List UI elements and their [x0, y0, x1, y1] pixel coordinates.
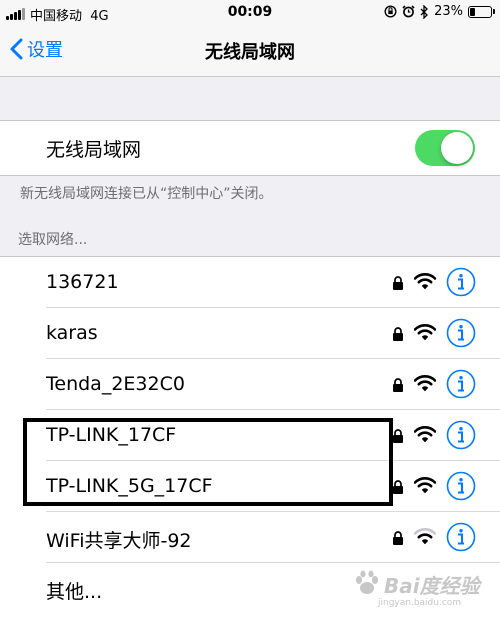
wifi-signal-icon	[414, 426, 436, 443]
network-name: WiFi共享大师-92	[46, 530, 192, 552]
lock-icon	[393, 276, 403, 290]
wifi-toggle-label: 无线局域网	[46, 139, 142, 161]
orientation-lock-icon	[384, 5, 397, 18]
lock-icon	[393, 480, 403, 494]
battery-icon	[468, 5, 495, 18]
battery-percent: 23%	[434, 4, 463, 19]
navigation-bar: 设置 无线局域网	[0, 26, 500, 77]
info-button[interactable]	[446, 471, 476, 501]
wifi-signal-icon	[414, 477, 436, 494]
wifi-signal-icon	[414, 273, 436, 290]
lock-icon	[393, 429, 403, 443]
status-icons: 23%	[384, 4, 495, 19]
network-row[interactable]: TP-LINK_17CF	[0, 410, 500, 461]
wifi-signal-icon	[414, 324, 436, 341]
info-button[interactable]	[446, 420, 476, 450]
info-button[interactable]	[446, 369, 476, 399]
network-list: 136721 karas Tenda_2E32C0 TP-LINK_17CF T…	[0, 256, 500, 621]
wifi-switch[interactable]	[415, 130, 475, 166]
battery-fill	[470, 7, 476, 16]
alarm-icon	[402, 5, 415, 18]
wifi-signal-icon	[414, 375, 436, 392]
network-name: Tenda_2E32C0	[46, 373, 185, 395]
lock-icon	[393, 378, 403, 392]
paw-logo-icon	[356, 570, 378, 594]
network-name: TP-LINK_5G_17CF	[46, 475, 213, 497]
network-name: 136721	[46, 271, 119, 293]
watermark-text: Bai度经验	[384, 574, 480, 598]
network-row[interactable]: 136721	[0, 257, 500, 308]
control-center-note: 新无线局域网连接已从“控制中心”关闭。	[20, 186, 273, 202]
network-name: karas	[46, 322, 98, 344]
network-row[interactable]: WiFi共享大师-92	[0, 512, 500, 563]
switch-knob	[441, 132, 473, 164]
watermark-url: jingyan.baidu.com	[378, 598, 462, 608]
lock-icon	[393, 531, 403, 545]
network-row[interactable]: Tenda_2E32C0	[0, 359, 500, 410]
page-title: 无线局域网	[205, 42, 295, 63]
info-button[interactable]	[446, 522, 476, 552]
network-row[interactable]: TP-LINK_5G_17CF	[0, 461, 500, 512]
other-network-label: 其他...	[46, 581, 103, 603]
status-bar: 中国移动 4G 00:09 23%	[0, 0, 500, 26]
network-name: TP-LINK_17CF	[46, 424, 177, 446]
info-button[interactable]	[446, 318, 476, 348]
info-button[interactable]	[446, 267, 476, 297]
wifi-toggle-row: 无线局域网	[0, 120, 500, 176]
lock-icon	[393, 327, 403, 341]
network-row[interactable]: karas	[0, 308, 500, 359]
wifi-signal-icon	[414, 528, 436, 545]
baidu-watermark: Bai度经验 jingyan.baidu.com	[352, 568, 492, 616]
bluetooth-icon	[420, 4, 429, 19]
choose-network-header: 选取网络...	[18, 232, 88, 248]
